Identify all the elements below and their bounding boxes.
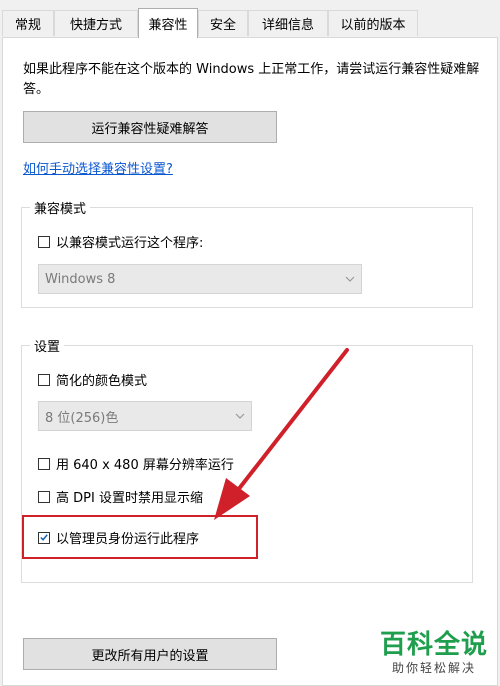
high-dpi-checkbox[interactable] — [38, 490, 50, 503]
res-640-row[interactable]: 用 640 x 480 屏幕分辨率运行 — [38, 454, 234, 473]
chevron-down-icon — [345, 276, 355, 282]
color-depth-select[interactable]: 8 位(256)色 — [38, 401, 252, 431]
reduced-color-row[interactable]: 简化的颜色模式 — [38, 370, 147, 389]
select-value: 8 位(256)色 — [45, 410, 119, 426]
watermark: 百科全说 助你轻松解决 — [380, 631, 488, 676]
tab-label: 兼容性 — [148, 18, 188, 33]
tab-details[interactable]: 详细信息 — [248, 10, 328, 36]
res-640-checkbox[interactable] — [38, 457, 50, 470]
tab-label: 详细信息 — [261, 18, 314, 33]
compatibility-panel: 如果此程序不能在这个版本的 Windows 上正常工作，请尝试运行兼容性疑难解答… — [2, 37, 498, 686]
chevron-down-icon — [235, 413, 245, 419]
high-dpi-label: 高 DPI 设置时禁用显示缩 — [56, 491, 203, 506]
reduced-color-label: 简化的颜色模式 — [56, 374, 148, 389]
button-label: 运行兼容性疑难解答 — [91, 121, 209, 137]
high-dpi-row[interactable]: 高 DPI 设置时禁用显示缩 — [38, 487, 203, 506]
compat-mode-title: 兼容模式 — [30, 198, 91, 217]
tab-label: 安全 — [209, 18, 236, 33]
compat-mode-group: 兼容模式 以兼容模式运行这个程序: Windows 8 — [21, 198, 473, 308]
tab-security[interactable]: 安全 — [198, 10, 248, 36]
tab-shortcut[interactable]: 快捷方式 — [54, 10, 138, 36]
compat-mode-label: 以兼容模式运行这个程序: — [56, 236, 204, 251]
watermark-title: 百科全说 — [379, 630, 488, 660]
manual-compat-settings-link[interactable]: 如何手动选择兼容性设置? — [23, 158, 173, 177]
change-all-users-button[interactable]: 更改所有用户的设置 — [23, 638, 277, 670]
watermark-subtitle: 助你轻松解决 — [391, 661, 476, 675]
button-label: 更改所有用户的设置 — [91, 648, 209, 664]
tab-general[interactable]: 常规 — [2, 10, 54, 36]
tab-label: 以前的版本 — [340, 18, 406, 33]
compat-mode-checkbox[interactable] — [38, 235, 50, 248]
admin-highlight-box — [22, 515, 258, 559]
tab-label: 常规 — [14, 18, 41, 33]
select-value: Windows 8 — [45, 271, 116, 287]
tab-compatibility[interactable]: 兼容性 — [138, 8, 198, 38]
description-text: 如果此程序不能在这个版本的 Windows 上正常工作，请尝试运行兼容性疑难解答… — [23, 62, 480, 97]
reduced-color-checkbox[interactable] — [38, 373, 50, 386]
run-troubleshooter-button[interactable]: 运行兼容性疑难解答 — [23, 111, 277, 143]
compat-os-select[interactable]: Windows 8 — [38, 264, 362, 294]
settings-title: 设置 — [30, 336, 65, 355]
tab-label: 快捷方式 — [69, 18, 122, 33]
compat-mode-checkbox-row[interactable]: 以兼容模式运行这个程序: — [38, 232, 203, 251]
tab-previous-versions[interactable]: 以前的版本 — [328, 10, 418, 36]
tab-strip: 常规 快捷方式 兼容性 安全 详细信息 以前的版本 — [0, 0, 500, 38]
res-640-label: 用 640 x 480 屏幕分辨率运行 — [56, 458, 234, 473]
